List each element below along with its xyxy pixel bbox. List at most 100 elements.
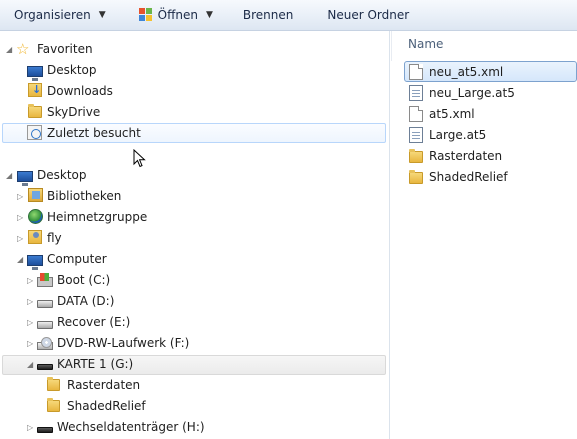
nav-drive-g[interactable]: ◢ KARTE 1 (G:): [0, 354, 380, 374]
folder-icon: [28, 104, 42, 118]
nav-user-fly[interactable]: ▷ fly: [0, 228, 380, 248]
nav-fav-skydrive[interactable]: SkyDrive: [0, 102, 380, 122]
nav-item-label: fly: [47, 231, 62, 245]
file-item[interactable]: Rasterdaten: [405, 146, 575, 166]
nav-item-label: Heimnetzgruppe: [47, 210, 148, 224]
removable-drive-icon: [37, 364, 53, 370]
file-item[interactable]: neu_Large.at5: [405, 83, 575, 103]
file-item[interactable]: Large.at5: [405, 125, 575, 145]
name-column-header[interactable]: Name: [408, 37, 443, 51]
desktop-icon: [17, 170, 33, 186]
nav-drive-e[interactable]: ▷ Recover (E:): [0, 312, 380, 332]
new-folder-label: Neuer Ordner: [327, 8, 410, 22]
expanded-arrow-icon[interactable]: ◢: [17, 255, 23, 264]
folder-icon: [409, 170, 423, 184]
nav-item-label: KARTE 1 (G:): [57, 357, 134, 371]
burn-label: Brennen: [242, 8, 294, 22]
nav-fav-recent[interactable]: Zuletzt besucht: [0, 123, 380, 143]
folder-icon: [409, 149, 423, 163]
nav-favorites-label: Favoriten: [37, 42, 93, 56]
chevron-down-icon: ▼: [205, 10, 213, 20]
computer-icon: [27, 254, 43, 270]
xml-file-icon: [409, 64, 423, 80]
collapsed-arrow-icon[interactable]: ▷: [27, 339, 33, 348]
file-name: neu_at5.xml: [429, 65, 504, 79]
folder-icon: [47, 398, 60, 412]
collapsed-arrow-icon[interactable]: ▷: [27, 318, 33, 327]
nav-computer[interactable]: ◢ Computer: [0, 249, 380, 270]
command-bar: Organisieren ▼ Öffnen ▼ Brennen Neuer Or…: [0, 0, 577, 31]
nav-g-shadedrelief[interactable]: ShadedRelief: [0, 396, 380, 416]
collapsed-arrow-icon[interactable]: ▷: [17, 234, 23, 243]
nav-item-label: Zuletzt besucht: [47, 126, 141, 140]
at5-file-icon: [409, 127, 423, 143]
organize-label: Organisieren: [14, 8, 91, 22]
expanded-arrow-icon[interactable]: ◢: [27, 360, 33, 369]
xml-file-icon: [409, 106, 423, 122]
new-folder-button[interactable]: Neuer Ordner: [321, 4, 415, 26]
downloads-folder-icon: [28, 83, 42, 97]
nav-item-label: Bibliotheken: [47, 189, 122, 203]
column-divider: [391, 31, 392, 61]
star-icon: ☆: [16, 40, 30, 58]
folder-icon: [47, 377, 60, 391]
file-item[interactable]: at5.xml: [405, 104, 575, 124]
nav-item-label: Rasterdaten: [67, 378, 141, 392]
expanded-arrow-icon[interactable]: ◢: [6, 171, 12, 180]
nav-item-label: Downloads: [47, 84, 113, 98]
user-folder-icon: [28, 230, 42, 244]
collapsed-arrow-icon[interactable]: ▷: [17, 192, 23, 201]
recent-places-icon: [27, 125, 42, 140]
removable-drive-icon: [37, 427, 53, 433]
desktop-icon: [27, 65, 43, 81]
nav-fav-desktop[interactable]: Desktop: [0, 60, 380, 81]
file-list-pane[interactable]: Name neu_at5.xml neu_Large.at5 at5.xml L…: [391, 31, 577, 439]
nav-item-label: DVD-RW-Laufwerk (F:): [57, 336, 190, 350]
nav-drive-c[interactable]: ▷ Boot (C:): [0, 270, 380, 290]
homegroup-icon: [28, 209, 43, 224]
open-button[interactable]: Öffnen ▼: [132, 4, 219, 26]
nav-libraries[interactable]: ▷ Bibliotheken: [0, 186, 380, 206]
collapsed-arrow-icon[interactable]: ▷: [17, 213, 23, 222]
hard-drive-icon: [37, 299, 53, 308]
nav-item-label: ShadedRelief: [67, 399, 146, 413]
nav-drive-h[interactable]: ▷ Wechseldatenträger (H:): [0, 417, 380, 437]
nav-homegroup[interactable]: ▷ Heimnetzgruppe: [0, 207, 380, 227]
libraries-icon: [28, 188, 43, 202]
nav-desktop[interactable]: ◢ Desktop: [0, 165, 380, 186]
file-name: Large.at5: [429, 128, 487, 142]
expanded-arrow-icon[interactable]: ◢: [6, 45, 12, 54]
collapsed-arrow-icon[interactable]: ▷: [27, 297, 33, 306]
file-item[interactable]: ShadedRelief: [405, 167, 575, 187]
open-label: Öffnen: [157, 8, 198, 22]
collapsed-arrow-icon[interactable]: ▷: [27, 276, 33, 285]
system-drive-icon: [37, 273, 53, 287]
nav-item-label: Recover (E:): [57, 315, 131, 329]
file-item[interactable]: neu_at5.xml: [405, 62, 575, 82]
nav-favorites[interactable]: ◢ ☆ Favoriten: [0, 39, 380, 59]
file-name: neu_Large.at5: [429, 86, 515, 100]
burn-button[interactable]: Brennen: [237, 4, 299, 26]
nav-fav-downloads[interactable]: Downloads: [0, 81, 380, 101]
nav-item-label: DATA (D:): [57, 294, 115, 308]
file-name: at5.xml: [429, 107, 475, 121]
nav-item-label: Wechseldatenträger (H:): [57, 420, 205, 434]
file-name: ShadedRelief: [429, 170, 508, 184]
nav-item-label: Boot (C:): [57, 273, 111, 287]
nav-computer-label: Computer: [47, 252, 107, 266]
navigation-pane[interactable]: ◢ ☆ Favoriten Desktop Downloads SkyDrive…: [0, 31, 390, 439]
at5-file-icon: [409, 85, 423, 101]
file-name: Rasterdaten: [429, 149, 503, 163]
nav-drive-d[interactable]: ▷ DATA (D:): [0, 291, 380, 311]
organize-button[interactable]: Organisieren ▼: [8, 4, 112, 26]
hard-drive-icon: [37, 320, 53, 329]
nav-desktop-label: Desktop: [37, 168, 87, 182]
nav-item-label: SkyDrive: [47, 105, 101, 119]
collapsed-arrow-icon[interactable]: ▷: [27, 423, 33, 432]
dvd-drive-icon: [37, 337, 53, 350]
nav-item-label: Desktop: [47, 63, 97, 77]
nav-drive-f[interactable]: ▷ DVD-RW-Laufwerk (F:): [0, 333, 380, 353]
chevron-down-icon: ▼: [98, 10, 106, 20]
open-app-icon: [138, 7, 154, 23]
nav-g-rasterdaten[interactable]: Rasterdaten: [0, 375, 380, 395]
